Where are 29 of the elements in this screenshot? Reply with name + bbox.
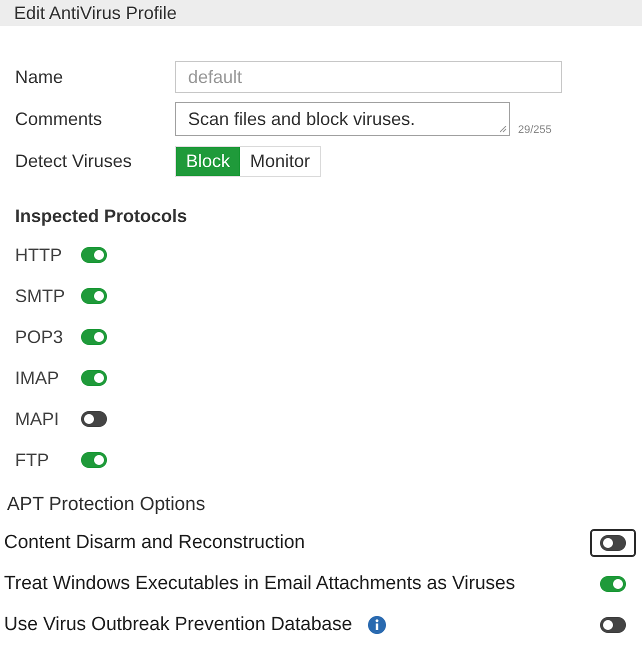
toggle-switch[interactable] <box>81 329 107 345</box>
toggle-switch[interactable] <box>600 617 626 633</box>
option-label: Use Virus Outbreak Prevention Database <box>4 614 352 636</box>
dialog-title: Edit AntiVirus Profile <box>14 2 177 24</box>
field-label: Detect Viruses <box>15 150 133 172</box>
option-label: Content Disarm and Reconstruction <box>4 532 305 554</box>
field-label: Name <box>15 66 64 88</box>
info-icon[interactable] <box>368 616 386 634</box>
protocol-label: HTTP <box>15 244 63 266</box>
protocol-label: MAPI <box>15 408 60 430</box>
protocol-label: FTP <box>15 450 50 470</box>
toggle-switch[interactable] <box>81 247 107 263</box>
toggle-switch[interactable] <box>81 411 107 427</box>
protocol-label: POP3 <box>15 326 64 348</box>
comments-field[interactable]: Scan files and block viruses. <box>175 102 510 136</box>
protocol-label: SMTP <box>15 286 66 306</box>
character-counter: 29/255 <box>518 124 552 136</box>
toggle-switch[interactable] <box>600 535 626 551</box>
field-label: Comments <box>15 108 104 130</box>
toggle-switch[interactable] <box>81 288 107 304</box>
segment-button[interactable]: Block <box>176 146 240 176</box>
resize-grip-icon <box>500 126 507 133</box>
section-heading: Inspected Protocols <box>15 206 188 227</box>
toggle-switch[interactable] <box>81 370 107 386</box>
protocol-label: IMAP <box>15 368 60 388</box>
toggle-switch[interactable] <box>600 576 626 592</box>
toggle-switch[interactable] <box>81 452 107 468</box>
section-heading: APT Protection Options <box>7 494 206 516</box>
option-label: Treat Windows Executables in Email Attachments as Viruses <box>4 573 516 595</box>
